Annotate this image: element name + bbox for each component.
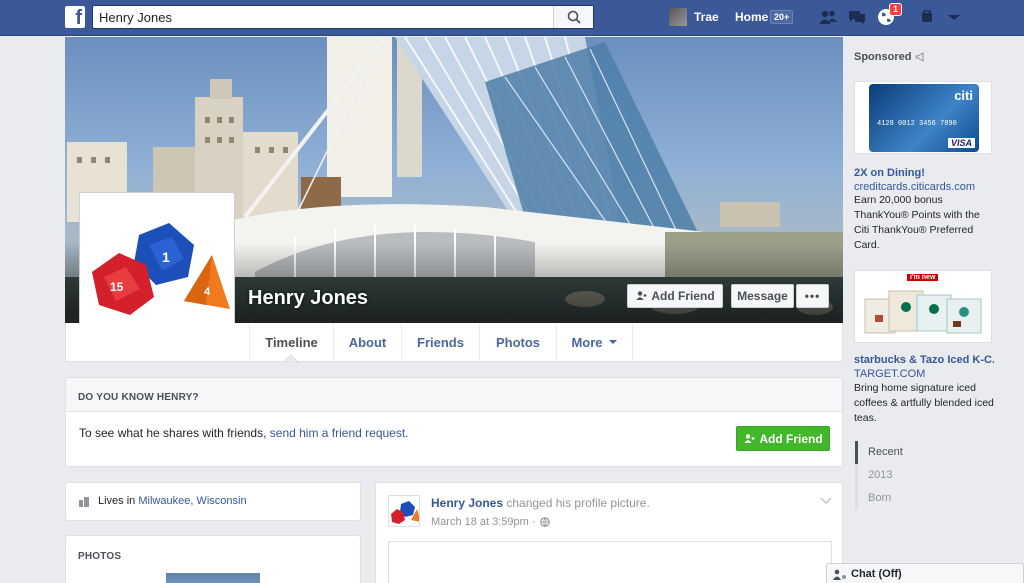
- post-headline: Henry Jones changed his profile picture.: [431, 496, 650, 510]
- add-friend-icon: [636, 291, 647, 300]
- home-count-badge: 20+: [770, 10, 794, 24]
- active-tab-pointer: [283, 354, 299, 363]
- more-options-button[interactable]: •••: [796, 284, 829, 308]
- message-button[interactable]: Message: [731, 284, 794, 308]
- add-friend-button[interactable]: Add Friend: [627, 284, 723, 308]
- search-box: [92, 5, 594, 29]
- dice-image: 1 15 4: [92, 223, 230, 315]
- tab-about-label: About: [348, 334, 387, 350]
- search-button[interactable]: [553, 6, 593, 28]
- card-number: 4128 0012 3456 7890: [877, 120, 957, 128]
- home-icon: [79, 497, 89, 507]
- tab-friends-label: Friends: [417, 334, 464, 350]
- post-author-link[interactable]: Henry Jones: [431, 496, 503, 510]
- chat-person-icon: [833, 569, 846, 580]
- friend-requests-icon[interactable]: [818, 8, 838, 26]
- post-photo-dice-preview: [594, 572, 634, 583]
- timeline-year-nav: Recent 2013 Born: [855, 441, 915, 510]
- im-new-badge: i'm new: [907, 274, 939, 281]
- tab-more[interactable]: More: [556, 323, 633, 361]
- facebook-logo-icon[interactable]: f: [65, 6, 85, 28]
- photo-thumbnail[interactable]: [166, 573, 260, 583]
- nav-user-name: Trae: [694, 10, 719, 24]
- city-link[interactable]: Milwaukee, Wisconsin: [138, 495, 246, 507]
- chat-tab[interactable]: Chat (Off): [826, 563, 1024, 583]
- credit-card-graphic: citi 4128 0012 3456 7890 VISA: [869, 84, 979, 152]
- sponsored-header: Sponsored: [854, 51, 926, 63]
- chat-label: Chat (Off): [851, 568, 902, 580]
- profile-picture: 1 15 4: [84, 197, 230, 343]
- tab-timeline-label: Timeline: [265, 334, 318, 350]
- top-nav-bar: f Trae Home 20+ 1: [0, 0, 1024, 36]
- tab-about[interactable]: About: [333, 323, 401, 361]
- chevron-down-icon: [608, 340, 617, 344]
- ad-starbucks-domain[interactable]: TARGET.COM: [854, 368, 925, 380]
- photos-heading[interactable]: PHOTOS: [78, 551, 121, 562]
- account-settings-chevron-icon[interactable]: [944, 8, 964, 26]
- photos-card: PHOTOS: [65, 535, 361, 583]
- lives-in-prefix: Lives in: [98, 495, 139, 507]
- nav-profile-link[interactable]: Trae: [669, 6, 719, 28]
- timeline-post: Henry Jones changed his profile picture.…: [375, 482, 843, 583]
- tab-friends[interactable]: Friends: [401, 323, 479, 361]
- notification-count-badge: 1: [889, 3, 903, 16]
- user-avatar: [669, 8, 687, 26]
- add-friend-green-label: Add Friend: [759, 431, 823, 446]
- public-globe-icon: [539, 517, 550, 527]
- tab-photos-label: Photos: [495, 334, 541, 350]
- privacy-shortcuts-icon[interactable]: [920, 8, 940, 26]
- ad-citi-domain[interactable]: creditcards.citicards.com: [854, 181, 975, 193]
- more-options-dots-icon: •••: [804, 289, 821, 303]
- friend-request-text: To see what he shares with friends,: [79, 426, 270, 440]
- post-photo[interactable]: [388, 541, 832, 583]
- post-author-avatar[interactable]: [388, 495, 420, 527]
- messages-icon[interactable]: [847, 8, 867, 26]
- friend-request-prompt: To see what he shares with friends, send…: [79, 426, 409, 440]
- message-label: Message: [737, 289, 788, 303]
- tab-more-label: More: [571, 334, 603, 350]
- search-icon: [567, 10, 581, 24]
- add-friend-green-button[interactable]: Add Friend: [736, 426, 830, 451]
- year-item-2013[interactable]: 2013: [855, 464, 915, 487]
- dice-thumbnail-image: [391, 501, 419, 524]
- year-item-recent[interactable]: Recent: [855, 441, 915, 464]
- visa-logo: VISA: [947, 138, 975, 148]
- ad-citi-image[interactable]: citi 4128 0012 3456 7890 VISA: [854, 81, 992, 154]
- ad-starbucks-text: Bring home signature iced coffees & artf…: [854, 382, 994, 424]
- ad-starbucks-image[interactable]: i'm new: [854, 270, 992, 343]
- search-input[interactable]: [93, 6, 553, 28]
- kcup-boxes-graphic: [864, 290, 982, 334]
- post-action-text: changed his profile picture.: [503, 496, 650, 510]
- profile-name-heading[interactable]: Henry Jones: [248, 287, 368, 310]
- svg-text:4: 4: [204, 286, 211, 298]
- svg-text:15: 15: [110, 280, 124, 294]
- lives-in-row: Lives in Milwaukee, Wisconsin: [98, 495, 247, 507]
- post-meta: March 18 at 3:59pm ·: [431, 516, 550, 528]
- add-friend-label: Add Friend: [651, 289, 715, 303]
- megaphone-icon[interactable]: [915, 52, 926, 62]
- intro-card: Lives in Milwaukee, Wisconsin: [65, 482, 361, 521]
- ad-citi-title[interactable]: 2X on Dining!: [854, 167, 925, 179]
- post-options-chevron-icon[interactable]: [820, 497, 832, 505]
- post-timestamp[interactable]: March 18 at 3:59pm ·: [431, 516, 536, 528]
- do-you-know-card: DO YOU KNOW HENRY? To see what he shares…: [65, 377, 843, 467]
- do-you-know-heading: DO YOU KNOW HENRY?: [78, 392, 199, 403]
- ad-starbucks-title[interactable]: starbucks & Tazo Iced K-C...: [854, 354, 994, 366]
- nav-home-link[interactable]: Home: [735, 10, 768, 24]
- year-item-born[interactable]: Born: [855, 487, 915, 510]
- tab-photos[interactable]: Photos: [479, 323, 556, 361]
- citi-brand-logo: citi: [954, 88, 973, 103]
- ad-citi-text: Earn 20,000 bonus ThankYou® Points with …: [854, 194, 980, 251]
- svg-text:1: 1: [162, 249, 170, 265]
- add-friend-icon: [744, 433, 755, 443]
- sponsored-label: Sponsored: [854, 51, 912, 63]
- do-you-know-header: DO YOU KNOW HENRY?: [66, 378, 842, 412]
- send-friend-request-link[interactable]: send him a friend request.: [270, 426, 409, 440]
